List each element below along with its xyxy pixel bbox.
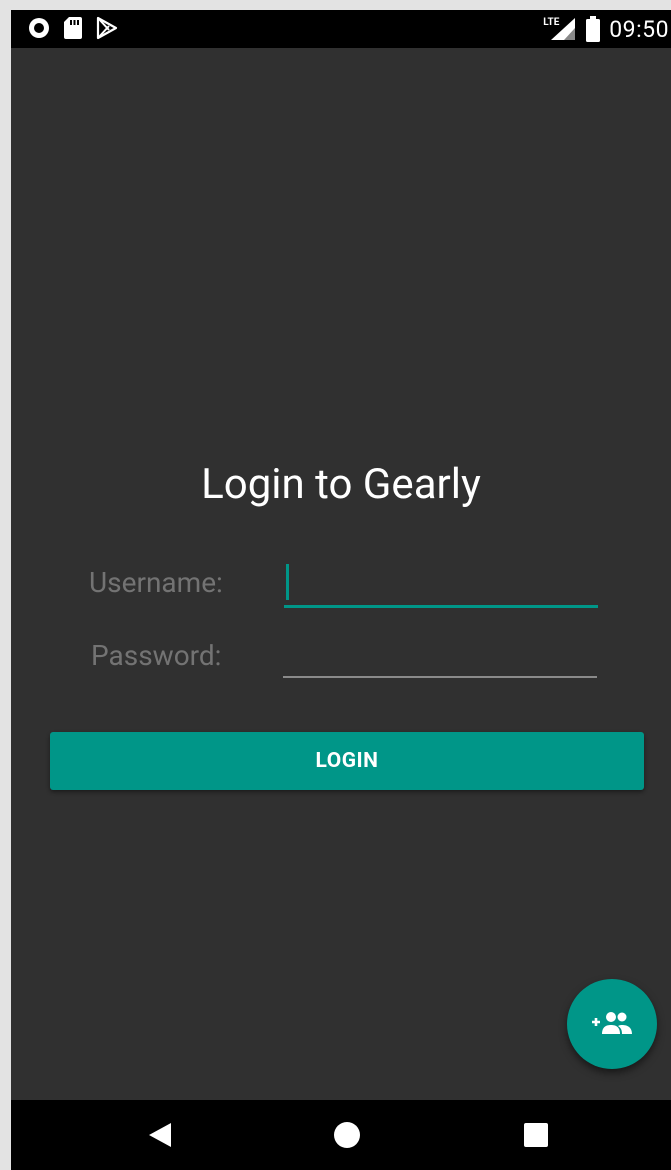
login-button[interactable]: LOGIN [50, 732, 644, 790]
back-icon[interactable] [147, 1121, 173, 1149]
home-icon[interactable] [333, 1121, 361, 1149]
status-bar: LTE 09:50 [11, 10, 671, 48]
navigation-bar [11, 1100, 671, 1170]
password-label: Password: [91, 639, 222, 672]
add-group-button[interactable] [567, 979, 657, 1069]
add-group-icon [592, 1012, 632, 1034]
play-store-icon [96, 16, 118, 40]
signal-icon [551, 18, 576, 40]
page-title: Login to Gearly [201, 460, 481, 509]
login-button-label: LOGIN [315, 749, 379, 773]
username-underline [284, 605, 598, 608]
battery-icon [586, 16, 601, 42]
lte-signal: LTE [543, 17, 577, 41]
device-screen: LTE 09:50 Login to Gearly Username: Pass… [11, 10, 671, 1170]
sd-card-icon [64, 17, 82, 39]
password-underline [283, 676, 597, 678]
username-label: Username: [89, 566, 223, 599]
text-cursor [286, 564, 289, 600]
username-input[interactable] [284, 564, 598, 608]
recents-icon[interactable] [523, 1122, 549, 1148]
password-input[interactable] [283, 638, 597, 678]
clock: 09:50 [609, 15, 669, 43]
record-icon [29, 18, 49, 38]
